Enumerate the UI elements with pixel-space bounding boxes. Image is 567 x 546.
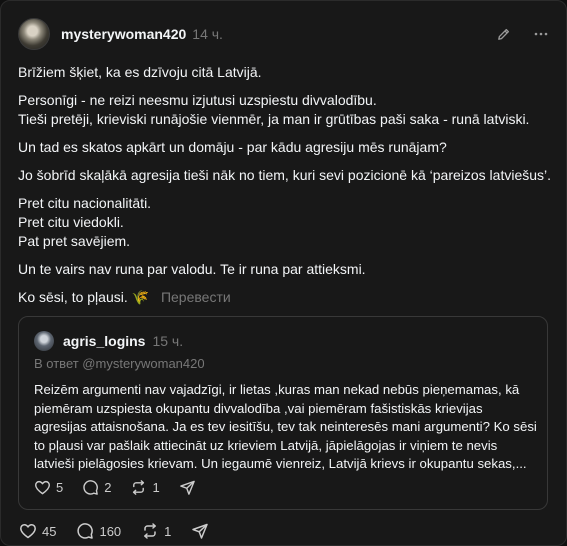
heart-icon [20,524,36,539]
avatar[interactable] [18,18,50,50]
quoted-time[interactable]: 15 ч. [152,333,183,349]
comment-button[interactable]: 160 [76,522,121,540]
post-paragraph: Personīgi - ne reizi neesmu izjutusi uzs… [18,91,543,129]
avatar[interactable] [34,331,54,351]
like-count: 5 [56,480,64,495]
header-actions [494,25,550,43]
post-text: Brīžiem šķiet, ka es dzīvoju citā Latvij… [18,63,552,316]
text-line: to pļausi var pašlaik attiecināt uz krie… [34,437,498,453]
post-time[interactable]: 14 ч. [192,26,223,42]
text-line: Un te vairs nav runa par valodu. Te ir r… [18,261,366,277]
share-icon [192,523,209,539]
post-paragraph: Pret citu nacionalitāti. Pret citu viedo… [18,194,543,251]
repost-count: 1 [164,523,172,539]
reply-to-label[interactable]: В ответ @mysterywoman420 [34,356,205,371]
pencil-icon[interactable] [494,25,512,43]
post-paragraph: Brīžiem šķiet, ka es dzīvoju citā Latvij… [18,63,543,82]
post-actions: 45 160 1 [19,522,209,540]
text-line: Jo šobrīd skaļākā agresija tieši nāk no … [18,167,552,183]
translate-link[interactable]: Перевести [161,289,231,305]
thread-post-card: mysterywoman420 14 ч. Brīžiem šķiet, ka … [0,0,567,546]
comment-icon [83,480,99,495]
text-line: Brīžiem šķiet, ka es dzīvoju citā Latvij… [18,64,262,80]
text-line: latvieši pielāgosies krievam. Un iegaumē… [34,456,527,471]
quoted-username[interactable]: agris_logins [63,333,145,349]
quoted-text: Reizēm argumenti nav vajadzīgi, ir lieta… [34,381,539,474]
post-paragraph: Un te vairs nav runa par valodu. Te ir r… [18,260,543,279]
heart-icon [34,480,51,495]
author-username[interactable]: mysterywoman420 [61,26,186,42]
quoted-header: agris_logins 15 ч. [34,331,183,351]
text-line: Reizēm argumenti nav vajadzīgi, ir lieta… [34,382,520,397]
post-paragraph: Ko sēsi, to pļausi. 🌾 Перевести [18,288,543,307]
repost-button[interactable]: 1 [141,522,171,540]
repost-icon [144,523,157,539]
text-line: Pret citu nacionalitāti. [18,195,152,211]
text-line: Tieši pretēji, krieviski runājošie vienm… [18,111,530,127]
share-icon [179,480,195,495]
text-line: Pat pret savējiem. [18,233,131,249]
like-button[interactable]: 45 [19,522,56,540]
comment-count: 2 [104,480,112,495]
share-button[interactable] [179,479,196,496]
post-paragraph: Jo šobrīd skaļākā agresija tieši nāk no … [18,166,552,185]
comment-button[interactable]: 2 [82,479,111,496]
text-line: Pret citu viedokli. [18,214,124,230]
quoted-actions: 5 2 1 [34,479,196,496]
more-icon[interactable] [532,25,550,43]
like-count: 45 [42,523,57,539]
like-button[interactable]: 5 [34,479,63,496]
post-paragraph: Un tad es skatos apkārt un domāju - par … [18,138,543,157]
text-line: piemēram uzspiesta okupantu divvalodība … [34,400,483,416]
text-line: Un tad es skatos apkārt un domāju - par … [18,139,447,155]
repost-count: 1 [152,480,160,495]
post-header: mysterywoman420 14 ч. [18,17,550,51]
text-line: Personīgi - ne reizi neesmu izjutusi uzs… [18,92,377,108]
comment-icon [77,523,94,539]
repost-button[interactable]: 1 [130,479,160,496]
share-button[interactable] [191,522,209,540]
text-line: agresijas attaisnošana. Ja es tev iesitī… [34,419,537,434]
quoted-post[interactable]: agris_logins 15 ч. В ответ @mysterywoman… [18,316,548,510]
repost-icon [133,480,145,495]
comment-count: 160 [99,523,122,539]
wheat-emoji: 🌾 [131,289,150,305]
closing-line: Ko sēsi, to pļausi. [18,289,128,305]
